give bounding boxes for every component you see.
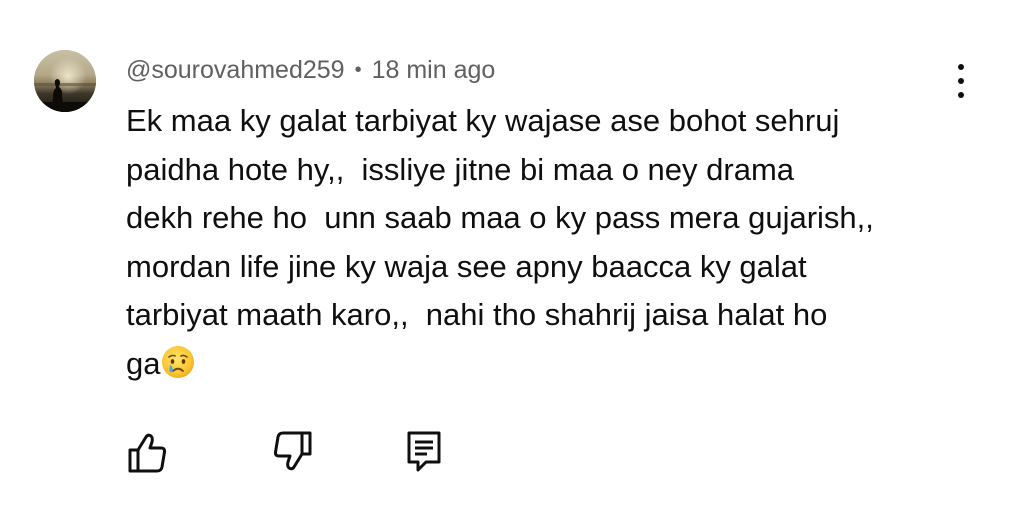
meta-separator: • bbox=[354, 58, 362, 81]
like-button[interactable] bbox=[124, 428, 172, 476]
comment-text-line: paidha hote hy,, issliye jitne bi maa o … bbox=[126, 151, 795, 187]
author-handle[interactable]: @sourovahmed259 bbox=[126, 56, 345, 85]
comment-item: @sourovahmed259 • 18 min ago Ek maa ky g… bbox=[0, 0, 1024, 506]
comment-text-line: dekh rehe ho unn saab maa o ky pass mera… bbox=[126, 200, 874, 235]
avatar[interactable] bbox=[34, 50, 96, 112]
crying-face-icon bbox=[162, 345, 195, 378]
dislike-button[interactable] bbox=[268, 428, 316, 476]
comment-text-line: mordan life jine ky waja see apny baacca… bbox=[126, 248, 807, 284]
comment-text-line: tarbiyat maath karo,, nahi tho shahrij j… bbox=[126, 297, 828, 332]
comment-text-last-line: ga bbox=[126, 340, 976, 389]
thumbs-down-icon bbox=[273, 431, 312, 471]
reply-comment-icon bbox=[407, 431, 441, 472]
comment-text-line: ga bbox=[126, 345, 161, 381]
comment-header: @sourovahmed259 • 18 min ago bbox=[126, 52, 495, 88]
comment-timestamp: 18 min ago bbox=[371, 55, 496, 84]
comment-text-line: Ek maa ky galat tarbiyat ky wajase ase b… bbox=[126, 103, 840, 138]
avatar-image bbox=[34, 50, 96, 112]
comment-text: Ek maa ky galat tarbiyat ky wajase ase b… bbox=[126, 97, 976, 388]
thumbs-up-icon bbox=[128, 433, 167, 473]
reply-button[interactable] bbox=[404, 428, 452, 476]
comment-actions bbox=[0, 428, 1024, 478]
